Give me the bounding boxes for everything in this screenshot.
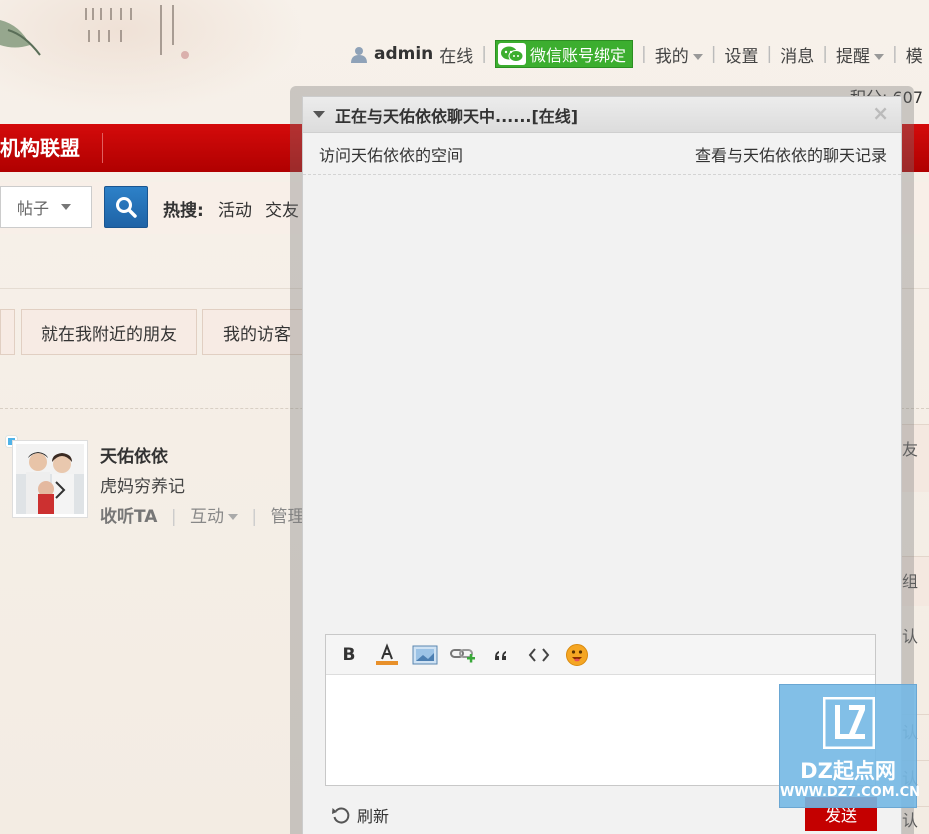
divider: | xyxy=(822,44,828,64)
bold-icon: B xyxy=(342,644,356,665)
divider: | xyxy=(891,44,898,64)
user-icon xyxy=(351,47,367,63)
image-button[interactable] xyxy=(408,641,442,669)
bold-button[interactable]: B xyxy=(332,641,366,669)
wechat-bind-label: 微信账号绑定 xyxy=(530,46,627,65)
link-button[interactable] xyxy=(446,641,480,669)
top-user-bar: admin 在线 | 微信账号绑定 | 我的 | 设置 | 消息 | 提醒 | … xyxy=(350,40,929,68)
reminders-label: 提醒 xyxy=(835,46,870,67)
refresh-label: 刷新 xyxy=(357,807,390,826)
image-icon xyxy=(412,645,438,664)
my-menu[interactable]: 我的 xyxy=(655,42,703,67)
view-history-link[interactable]: 查看与天佑依依的聊天记录 xyxy=(695,142,887,166)
tab-previous-cut[interactable] xyxy=(0,309,15,355)
search-button[interactable] xyxy=(104,186,148,228)
refresh-icon xyxy=(332,807,350,824)
link-icon xyxy=(450,648,475,662)
chevron-down-icon xyxy=(227,514,238,520)
code-icon xyxy=(528,647,550,662)
site-watermark: DZ起点网 WWW.DZ7.COM.CN xyxy=(779,684,920,808)
nav-item-alliance[interactable]: 机构联盟 xyxy=(0,133,103,163)
follow-link[interactable]: 收听TA xyxy=(100,507,157,527)
search-icon xyxy=(116,197,137,218)
settings-link[interactable]: 设置 xyxy=(725,42,759,67)
profile-subtitle: 虎妈穷养记 xyxy=(100,477,185,497)
wechat-bind-button[interactable]: 微信账号绑定 xyxy=(495,40,634,68)
divider: | xyxy=(710,44,717,64)
divider: | xyxy=(251,507,258,527)
username-link[interactable]: admin xyxy=(374,44,433,64)
profile-actions: 收听TA | 互动 | 管理 xyxy=(100,502,305,527)
divider: | xyxy=(481,44,488,64)
smiley-icon xyxy=(566,643,588,666)
search-type-select[interactable]: 帖子 xyxy=(0,186,92,228)
divider: | xyxy=(641,44,647,64)
more-menu-cut[interactable]: 模 xyxy=(906,42,923,67)
font-color-button[interactable] xyxy=(370,641,404,669)
font-color-icon xyxy=(376,642,398,665)
chat-title: 正在与天佑依依聊天中......[在线] xyxy=(335,106,579,126)
visit-space-link[interactable]: 访问天佑依依的空间 xyxy=(319,142,463,166)
divider: | xyxy=(170,507,177,527)
reminders-menu[interactable]: 提醒 xyxy=(836,42,884,67)
quote-button[interactable] xyxy=(484,641,518,669)
emoji-button[interactable] xyxy=(560,641,594,669)
close-icon[interactable]: × xyxy=(872,103,889,123)
refresh-button[interactable]: 刷新 xyxy=(331,803,389,827)
wechat-icon xyxy=(498,43,527,65)
editor-toolbar: B xyxy=(326,635,875,675)
hot-search-label: 热搜: xyxy=(163,201,204,221)
divider: | xyxy=(766,44,773,64)
my-menu-label: 我的 xyxy=(654,46,689,67)
chevron-down-icon xyxy=(873,53,884,60)
search-type-value: 帖子 xyxy=(17,199,50,218)
hot-search-item[interactable]: 活动 xyxy=(218,196,252,221)
messages-link[interactable]: 消息 xyxy=(780,42,814,67)
chat-links-row: 访问天佑依依的空间 查看与天佑依依的聊天记录 xyxy=(303,133,901,175)
watermark-logo-icon xyxy=(823,697,875,749)
chevron-down-icon xyxy=(61,204,72,210)
interact-label: 互动 xyxy=(189,507,224,527)
chat-message-area[interactable] xyxy=(303,177,901,632)
profile-name-link[interactable]: 天佑依依 xyxy=(100,442,168,467)
chat-title-bar[interactable]: 正在与天佑依依聊天中......[在线] × xyxy=(303,97,901,133)
watermark-url: WWW.DZ7.COM.CN xyxy=(780,785,920,800)
avatar-photo xyxy=(16,444,84,514)
code-button[interactable] xyxy=(522,641,556,669)
interact-menu[interactable]: 互动 xyxy=(190,507,238,527)
tab-nearby-friends[interactable]: 就在我附近的朋友 xyxy=(21,309,197,355)
site-logo-art xyxy=(0,5,189,59)
quote-icon xyxy=(495,650,506,660)
watermark-title: DZ起点网 xyxy=(800,759,896,783)
online-status-link[interactable]: 在线 xyxy=(439,42,473,67)
chevron-down-icon xyxy=(692,53,703,60)
collapse-icon[interactable] xyxy=(313,111,325,118)
avatar[interactable] xyxy=(12,440,88,518)
